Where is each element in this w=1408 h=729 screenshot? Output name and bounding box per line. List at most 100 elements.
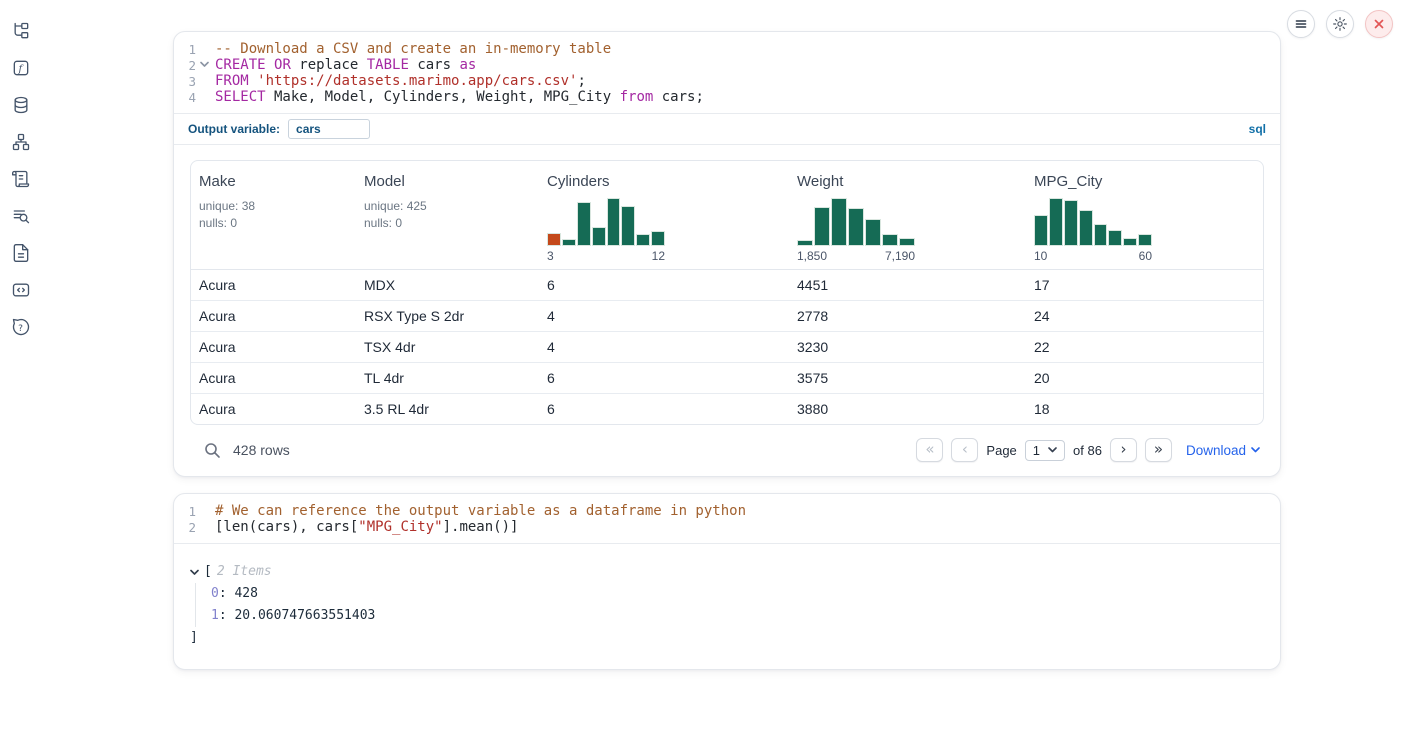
- table-cell: 3575: [789, 363, 1026, 393]
- histogram-bar[interactable]: [865, 219, 881, 246]
- page-total-label: of 86: [1073, 443, 1102, 458]
- table-header: Makeunique: 38nulls: 0Modelunique: 425nu…: [191, 161, 1263, 270]
- column-title: Cylinders: [547, 173, 789, 190]
- menu-button[interactable]: [1287, 10, 1315, 38]
- column-title: Make: [199, 173, 356, 190]
- collapse-chevron-icon[interactable]: [190, 569, 199, 576]
- fold-gutter: [196, 41, 212, 45]
- help-icon[interactable]: ?: [10, 316, 32, 338]
- histogram-bar[interactable]: [797, 240, 813, 246]
- table-cell: 4: [539, 332, 789, 362]
- histogram: 1060: [1034, 198, 1152, 263]
- prev-page-button[interactable]: ‹: [951, 438, 978, 462]
- notebook: 1-- Download a CSV and create an in-memo…: [173, 31, 1281, 670]
- histogram-axis: 1,850 7,190: [797, 249, 915, 263]
- table-cell: 24: [1026, 301, 1263, 331]
- tree-entry: 1: 20.060747663551403: [211, 605, 1264, 627]
- histogram-bar[interactable]: [636, 234, 650, 246]
- histogram-bar[interactable]: [1123, 238, 1137, 246]
- histogram-bar[interactable]: [621, 206, 635, 246]
- line-number: 2: [174, 57, 196, 73]
- search-logs-icon[interactable]: [10, 205, 32, 227]
- column-title: Model: [364, 173, 539, 190]
- tree-entry-value: : 20.060747663551403: [219, 608, 376, 623]
- histogram-bars: [547, 198, 665, 246]
- histogram-bar[interactable]: [577, 202, 591, 246]
- last-page-button[interactable]: »: [1145, 438, 1172, 462]
- histogram-bar[interactable]: [651, 231, 665, 246]
- table-row: AcuraMDX6445117: [191, 270, 1263, 300]
- code-text: CREATE OR replace TABLE cars as: [212, 57, 476, 73]
- page-select[interactable]: 1: [1025, 440, 1065, 461]
- histogram-bar[interactable]: [1094, 224, 1108, 246]
- column-stat: unique: 38: [199, 198, 356, 215]
- close-bracket: ]: [190, 627, 1264, 649]
- table-cell: 2778: [789, 301, 1026, 331]
- dependency-graph-icon[interactable]: [10, 131, 32, 153]
- tree-root-line: [ 2 Items: [190, 561, 1264, 583]
- search-icon[interactable]: [204, 442, 221, 459]
- histogram: 1,850 7,190: [797, 198, 915, 263]
- line-number: 3: [174, 73, 196, 89]
- sql-code-editor[interactable]: 1-- Download a CSV and create an in-memo…: [174, 32, 1280, 113]
- column-header[interactable]: Makeunique: 38nulls: 0: [191, 173, 356, 263]
- table-row: AcuraRSX Type S 2dr4277824: [191, 300, 1263, 331]
- histogram-bar[interactable]: [1049, 198, 1063, 246]
- code-line: 1-- Download a CSV and create an in-memo…: [174, 41, 1280, 57]
- histogram-bar[interactable]: [882, 234, 898, 246]
- line-number: 4: [174, 89, 196, 105]
- output-variable-row: Output variable: sql: [174, 113, 1280, 145]
- histogram-bar[interactable]: [1108, 230, 1122, 246]
- code-text: SELECT Make, Model, Cylinders, Weight, M…: [212, 89, 704, 105]
- table-cell: 6: [539, 270, 789, 300]
- table-cell: 6: [539, 363, 789, 393]
- column-stat: unique: 425: [364, 198, 539, 215]
- axis-min-label: 10: [1034, 249, 1047, 263]
- column-header[interactable]: MPG_City1060: [1026, 173, 1263, 263]
- table-cell: 6: [539, 394, 789, 424]
- histogram-bar[interactable]: [1138, 234, 1152, 246]
- output-variable-label: Output variable:: [188, 122, 280, 136]
- histogram-bar[interactable]: [899, 238, 915, 246]
- data-table: Makeunique: 38nulls: 0Modelunique: 425nu…: [190, 160, 1264, 425]
- table-cell: 3880: [789, 394, 1026, 424]
- histogram-bar[interactable]: [592, 227, 606, 246]
- histogram-bar[interactable]: [1034, 215, 1048, 246]
- histogram-bar[interactable]: [814, 207, 830, 246]
- output-variable-input[interactable]: [288, 119, 370, 139]
- histogram-bar[interactable]: [848, 208, 864, 246]
- histogram-bars: [797, 198, 915, 246]
- function-icon[interactable]: f: [10, 57, 32, 79]
- python-code-editor[interactable]: 1# We can reference the output variable …: [174, 494, 1280, 543]
- first-page-button[interactable]: «: [916, 438, 943, 462]
- histogram-bar[interactable]: [547, 233, 561, 246]
- settings-gear-button[interactable]: [1326, 10, 1354, 38]
- histogram-bar[interactable]: [1064, 200, 1078, 246]
- download-button[interactable]: Download: [1186, 443, 1260, 458]
- file-tree-icon[interactable]: [10, 20, 32, 42]
- row-count: 428 rows: [233, 442, 290, 458]
- axis-min-label: 1,850: [797, 249, 827, 263]
- code-line: 3FROM 'https://datasets.marimo.app/cars.…: [174, 73, 1280, 89]
- snippets-icon[interactable]: [10, 279, 32, 301]
- histogram-bar[interactable]: [562, 239, 576, 246]
- line-number: 2: [174, 519, 196, 535]
- histogram-bar[interactable]: [831, 198, 847, 246]
- column-header[interactable]: Modelunique: 425nulls: 0: [356, 173, 539, 263]
- scroll-icon[interactable]: [10, 168, 32, 190]
- next-page-button[interactable]: ›: [1110, 438, 1137, 462]
- fold-chevron-icon[interactable]: [196, 57, 212, 68]
- histogram-bar[interactable]: [607, 198, 621, 246]
- code-text: # We can reference the output variable a…: [212, 503, 746, 519]
- python-output-tree: [ 2 Items 0: 4281: 20.060747663551403 ]: [174, 544, 1280, 669]
- items-count-label: 2 Items: [217, 561, 272, 583]
- histogram-bar[interactable]: [1079, 210, 1093, 246]
- database-icon[interactable]: [10, 94, 32, 116]
- column-header[interactable]: Cylinders312: [539, 173, 789, 263]
- axis-max-label: 7,190: [885, 249, 915, 263]
- document-icon[interactable]: [10, 242, 32, 264]
- column-header[interactable]: Weight1,8507,190: [789, 173, 1026, 263]
- histogram-bars: [1034, 198, 1152, 246]
- tree-entry: 0: 428: [211, 583, 1264, 605]
- close-button[interactable]: [1365, 10, 1393, 38]
